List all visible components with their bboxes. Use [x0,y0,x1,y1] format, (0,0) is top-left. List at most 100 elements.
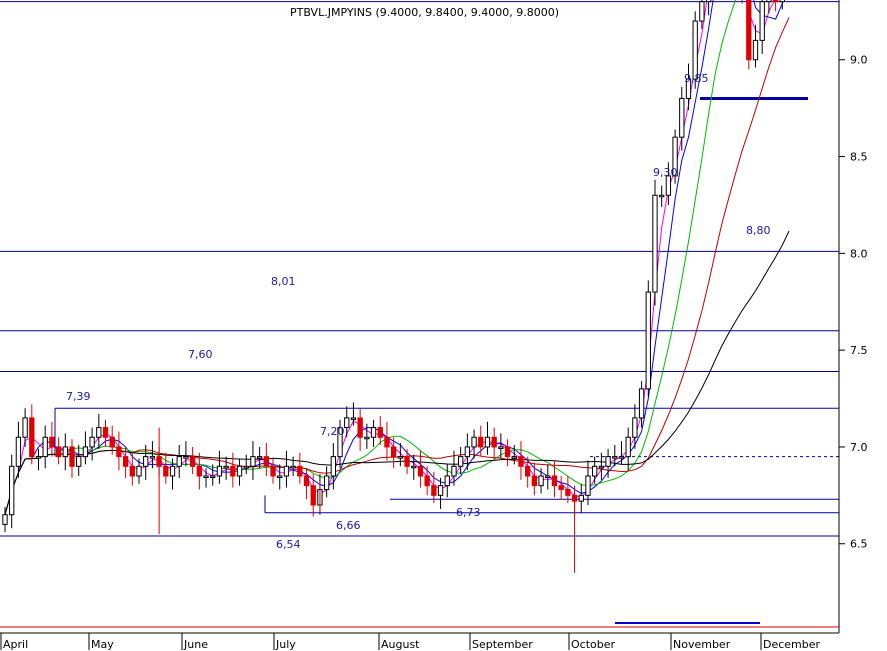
candle-body [471,436,477,448]
candle-body [659,194,665,198]
candle-body [256,456,263,459]
candle-body [565,489,571,496]
y-tick-label: 8.0 [850,247,868,260]
candle-body [283,465,290,477]
y-tick-label: 6.5 [850,538,868,551]
candle-body [598,465,605,469]
candle-body [22,417,28,438]
candle-body [82,446,89,458]
candle-body [15,436,22,467]
candle-body [270,465,276,477]
candle-body [585,475,591,496]
candle-body [417,465,424,477]
candle-body [310,485,316,506]
x-tick-label: May [91,638,114,651]
candle-body [223,465,229,469]
level-label: 8,01 [271,275,296,288]
candle-body [196,465,202,477]
candle-body [652,194,658,293]
candle-body [746,0,752,61]
x-tick-label: June [183,638,208,651]
candle-body [129,465,135,477]
candle-body [679,97,685,138]
candle-body [451,465,457,477]
candle-body [210,475,216,478]
candle-body [504,446,511,458]
candle-body [411,465,417,469]
candle-body [699,1,705,22]
x-tick-label: December [763,638,821,651]
candle-body [297,465,303,477]
candle-body [766,0,772,3]
candle-body [498,446,504,449]
candle-body [752,39,759,61]
candle-body [357,417,363,438]
candle-body [491,436,497,448]
candle-body [143,456,149,467]
candle-body [759,1,765,41]
x-tick-label: September [472,638,533,651]
candle-body [216,465,223,477]
candle-body [35,456,42,459]
candle-body [116,446,122,458]
candle-body [444,475,450,487]
candle-body [424,475,430,487]
level-label: 7,39 [66,390,91,403]
x-tick-label: November [673,638,731,651]
candle-body [303,475,310,487]
y-tick-label: 7.5 [850,344,868,357]
candle-body [2,514,8,525]
candle-body [364,436,370,440]
candle-body [592,465,598,477]
candle-body [102,427,109,438]
candle-body [55,446,62,458]
candle-body [538,475,544,487]
candle-body [290,465,296,469]
level-label: 6,73 [456,506,481,519]
candle-body [62,446,68,458]
y-tick-label: 9.0 [850,54,868,67]
candle-body [390,446,397,458]
candle-body [545,475,551,478]
level-label: 6,66 [336,519,361,532]
y-tick-label: 7.0 [850,441,868,454]
candle-body [457,456,464,467]
candle-body [772,0,779,3]
level-label: 9,30 [653,166,678,179]
candle-body [176,456,182,467]
candle-body [511,456,517,459]
candle-body [96,427,102,438]
candle-body [136,465,142,477]
level-label: 8,80 [746,224,771,237]
x-tick-label: July [275,638,296,651]
level-label: 7,60 [188,348,213,361]
candle-body [558,485,564,491]
candle-body [618,456,625,459]
candle-body [578,494,584,502]
candle-body [370,427,377,438]
candle-body [69,446,75,467]
candle-body [189,456,196,467]
candle-body [330,456,337,477]
candle-body [625,436,631,458]
chart-title: PTBVL.JMPYINS (9.4000, 9.8400, 9.4000, 9… [290,6,559,19]
candle-body [350,417,357,420]
level-label: 7,20 [320,425,345,438]
candle-body [42,436,48,458]
candle-body [404,456,410,467]
candle-body [384,436,390,448]
candle-body [236,465,243,477]
candle-body [638,388,645,419]
candle-body [109,436,115,448]
candle-body [230,465,236,477]
candle-body [779,0,785,3]
candle-body [243,465,249,469]
candle-body [169,465,176,477]
x-tick-label: April [3,638,28,651]
candle-body [484,436,491,448]
level-label: 6,54 [276,538,301,551]
x-tick-label: August [381,638,420,651]
candle-body [551,475,558,487]
candle-body [525,465,531,477]
candle-body [344,417,350,429]
